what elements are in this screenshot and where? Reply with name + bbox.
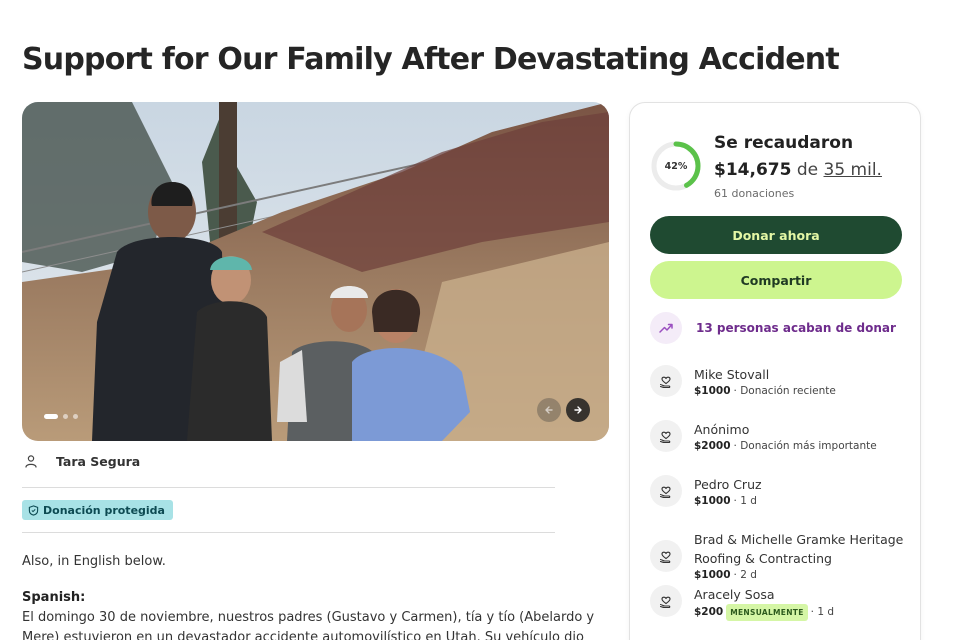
donor-item: Pedro Cruz $1000 · 1 d xyxy=(650,475,904,509)
donor-item: Aracely Sosa $200 MENSUALMENTE · 1 d xyxy=(650,585,904,621)
heart-hand-icon xyxy=(650,475,682,507)
donor-meta: $200 MENSUALMENTE · 1 d xyxy=(694,604,904,621)
carousel-dots[interactable] xyxy=(44,414,78,419)
donor-name: Aracely Sosa xyxy=(694,587,775,602)
campaign-photo[interactable] xyxy=(22,102,609,441)
donor-item: Brad & Michelle Gramke Heritage Roofing … xyxy=(650,530,904,583)
divider xyxy=(22,487,555,488)
story-intro: Also, in English below. xyxy=(22,554,166,569)
donor-name: Mike Stovall xyxy=(694,367,770,382)
organizer-name[interactable]: Tara Segura xyxy=(56,454,140,469)
goal-amount[interactable]: 35 mil. xyxy=(824,160,882,180)
donor-name: Pedro Cruz xyxy=(694,477,762,492)
arrow-left-icon xyxy=(545,406,553,414)
carousel-prev-button[interactable] xyxy=(537,398,561,422)
heart-hand-icon xyxy=(650,540,682,572)
story-line: El domingo 30 de noviembre, nuestros pad… xyxy=(22,610,595,625)
heart-hand-icon xyxy=(650,585,682,617)
story-section: Also, in English below. Spanish: El domi… xyxy=(22,552,595,640)
person-icon xyxy=(22,452,40,470)
raised-amount: $14,675 xyxy=(714,160,792,180)
monthly-badge: MENSUALMENTE xyxy=(726,604,808,621)
donor-detail: · 2 d xyxy=(733,569,757,581)
donor-amount: $1000 xyxy=(694,495,731,507)
protected-donation-badge[interactable]: Donación protegida xyxy=(22,500,173,520)
donation-card: 42% Se recaudaron $14,675 de 35 mil. 61 … xyxy=(629,102,921,640)
arrow-right-icon xyxy=(574,406,582,414)
donor-name: Anónimo xyxy=(694,422,750,437)
organizer-row[interactable]: Tara Segura xyxy=(22,452,140,470)
donor-detail: · Donación más importante xyxy=(733,440,877,452)
donor-detail: · 1 d xyxy=(733,495,757,507)
carousel-dot-3[interactable] xyxy=(73,414,78,419)
donor-item: Mike Stovall $1000 · Donación reciente xyxy=(650,365,904,399)
story-line: Mere) estuvieron en un devastador accide… xyxy=(22,630,584,640)
carousel-next-button[interactable] xyxy=(566,398,590,422)
photo-illustration xyxy=(22,102,609,441)
trending-up-icon xyxy=(650,312,682,344)
donor-meta: $1000 · Donación reciente xyxy=(694,384,904,399)
donor-name: Brad & Michelle Gramke Heritage Roofing … xyxy=(694,532,904,566)
heart-hand-icon xyxy=(650,365,682,397)
donor-meta: $2000 · Donación más importante xyxy=(694,439,904,454)
recent-donations-text: 13 personas acaban de donar xyxy=(696,321,896,335)
divider xyxy=(22,532,555,533)
donations-count: 61 donaciones xyxy=(714,187,795,200)
donor-amount: $2000 xyxy=(694,440,731,452)
badge-label: Donación protegida xyxy=(43,503,165,517)
carousel-dot-1[interactable] xyxy=(44,414,58,419)
donor-detail: · Donación reciente xyxy=(733,385,836,397)
story-heading: Spanish: xyxy=(22,590,86,605)
donor-amount: $200 xyxy=(694,606,724,618)
page-title: Support for Our Family After Devastating… xyxy=(22,42,840,77)
share-button[interactable]: Compartir xyxy=(650,261,902,299)
donor-meta: $1000 · 1 d xyxy=(694,494,904,509)
progress-percent: 42% xyxy=(664,160,688,172)
donor-amount: $1000 xyxy=(694,569,731,581)
shield-icon xyxy=(28,504,39,516)
heart-hand-icon xyxy=(650,420,682,452)
raised-amounts: $14,675 de 35 mil. xyxy=(714,160,882,180)
donor-meta: $1000 · 2 d xyxy=(694,568,904,583)
donor-item: Anónimo $2000 · Donación más importante xyxy=(650,420,904,454)
progress-ring: 42% xyxy=(650,140,702,192)
donor-amount: $1000 xyxy=(694,385,731,397)
raised-connector: de xyxy=(796,160,819,180)
donor-detail: · 1 d xyxy=(810,606,835,618)
carousel-dot-2[interactable] xyxy=(63,414,68,419)
raised-label: Se recaudaron xyxy=(714,133,854,153)
donate-button[interactable]: Donar ahora xyxy=(650,216,902,254)
recent-donations-row[interactable]: 13 personas acaban de donar xyxy=(650,312,896,344)
